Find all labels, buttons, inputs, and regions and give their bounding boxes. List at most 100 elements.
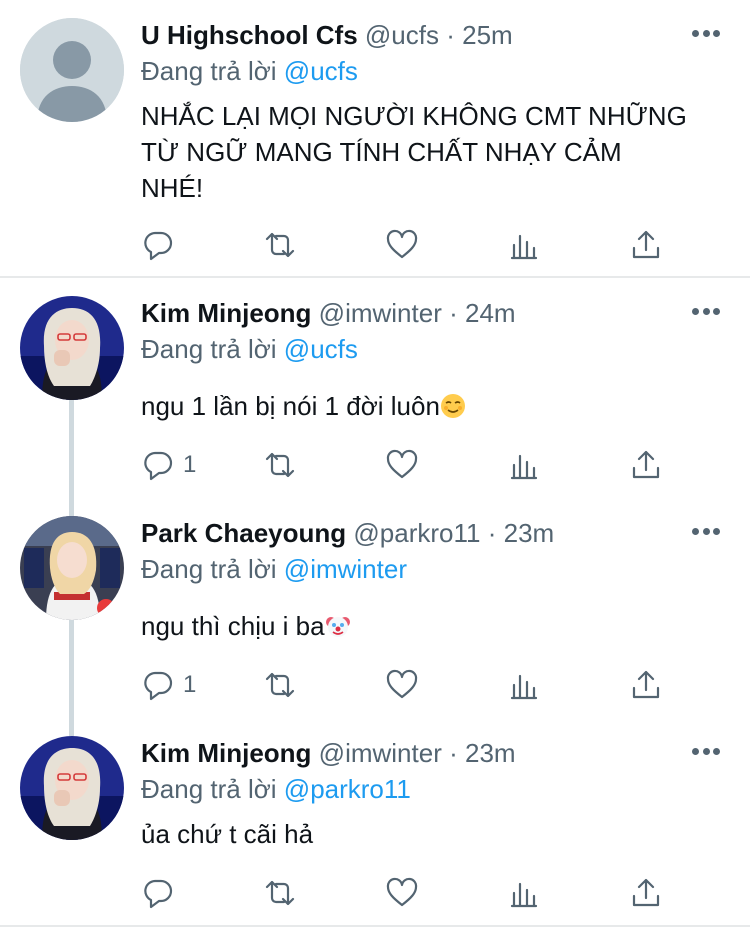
share-icon	[632, 878, 660, 907]
analytics-icon	[510, 234, 538, 260]
share-button[interactable]	[629, 448, 663, 482]
analytics-button[interactable]	[507, 448, 541, 482]
share-button[interactable]	[629, 668, 663, 702]
more-icon[interactable]	[692, 308, 720, 316]
tweet-text-body: ủa chứ t cãi hả	[141, 819, 314, 849]
timestamp[interactable]: 23m	[465, 738, 516, 768]
replying-to: Đang trả lời @imwinter	[141, 552, 407, 586]
tweet-text-body: ngu 1 lần bị nói 1 đời luôn	[141, 391, 440, 421]
tweet-text-line: TỪ NGỮ MANG TÍNH CHẤT NHẠY CẢM	[141, 137, 622, 167]
thread-line	[69, 500, 74, 516]
retweet-button[interactable]	[263, 448, 297, 482]
replying-to: Đang trả lời @ucfs	[141, 54, 358, 88]
thread-line	[69, 398, 74, 504]
tweet-header: U Highschool Cfs @ucfs · 25m	[141, 18, 513, 52]
retweet-button[interactable]	[263, 228, 297, 262]
reply-icon	[144, 231, 173, 261]
analytics-button[interactable]	[507, 228, 541, 262]
mention-link[interactable]: @ucfs	[284, 334, 358, 364]
retweet-button[interactable]	[263, 876, 297, 910]
timestamp[interactable]: 25m	[462, 20, 513, 50]
mention-link[interactable]: @imwinter	[284, 554, 407, 584]
reply-count: 1	[183, 451, 197, 478]
avatar[interactable]	[20, 18, 124, 122]
tweet-header: Kim Minjeong @imwinter · 24m	[141, 296, 516, 330]
tweet-actions	[141, 228, 661, 262]
profile-photo	[20, 736, 124, 840]
thread-line	[69, 618, 74, 724]
replying-to-label: Đang trả lời	[141, 334, 277, 364]
more-icon[interactable]	[692, 528, 720, 536]
more-icon[interactable]	[692, 30, 720, 38]
reply-button[interactable]: 1	[141, 448, 196, 482]
like-button[interactable]	[385, 668, 419, 702]
tweet[interactable]: U Highschool Cfs @ucfs · 25m Đang trả lờ…	[0, 0, 750, 278]
tweet[interactable]: Kim Minjeong @imwinter · 23m Đang trả lờ…	[0, 720, 750, 927]
like-button[interactable]	[385, 876, 419, 910]
mention-link[interactable]: @ucfs	[284, 56, 358, 86]
avatar[interactable]	[20, 516, 124, 620]
author-handle[interactable]: @imwinter	[319, 298, 442, 328]
tweet[interactable]: Kim Minjeong @imwinter · 24m Đang trả lờ…	[0, 280, 750, 504]
share-button[interactable]	[629, 876, 663, 910]
tweet-text: ngu thì chịu i ba	[141, 608, 351, 644]
author-handle[interactable]: @ucfs	[365, 20, 439, 50]
reply-button[interactable]: 1	[141, 668, 196, 702]
separator-dot: ·	[449, 738, 458, 768]
reply-icon	[144, 879, 173, 909]
reply-count: 1	[183, 671, 197, 698]
analytics-button[interactable]	[507, 668, 541, 702]
reply-icon	[144, 671, 173, 701]
tweet-text-line: NHẮC LẠI MỌI NGƯỜI KHÔNG CMT NHỮNG	[141, 101, 687, 131]
share-icon	[632, 230, 660, 259]
author-name[interactable]: Park Chaeyoung	[141, 518, 346, 548]
share-icon	[632, 450, 660, 479]
avatar[interactable]	[20, 296, 124, 400]
like-button[interactable]	[385, 448, 419, 482]
reply-button[interactable]	[141, 876, 175, 910]
replying-to-label: Đang trả lời	[141, 56, 277, 86]
tweet-actions	[141, 876, 661, 910]
like-button[interactable]	[385, 228, 419, 262]
replying-to-label: Đang trả lời	[141, 554, 277, 584]
timestamp[interactable]: 23m	[504, 518, 555, 548]
retweet-icon	[265, 672, 295, 698]
tweet-header: Kim Minjeong @imwinter · 23m	[141, 736, 516, 770]
reply-button[interactable]	[141, 228, 175, 262]
tweet-header: Park Chaeyoung @parkro11 · 23m	[141, 516, 554, 550]
avatar[interactable]	[20, 736, 124, 840]
replying-to-label: Đang trả lời	[141, 774, 277, 804]
retweet-button[interactable]	[263, 668, 297, 702]
separator-dot: ·	[446, 20, 455, 50]
separator-dot: ·	[449, 298, 458, 328]
thread-line	[69, 720, 74, 736]
author-name[interactable]: Kim Minjeong	[141, 738, 311, 768]
tweet[interactable]: Park Chaeyoung @parkro11 · 23m Đang trả …	[0, 500, 750, 724]
tweet-actions: 1	[141, 668, 661, 702]
like-icon	[386, 229, 418, 259]
author-name[interactable]: U Highschool Cfs	[141, 20, 358, 50]
analytics-button[interactable]	[507, 876, 541, 910]
like-icon	[386, 877, 418, 907]
analytics-icon	[510, 454, 538, 480]
author-handle[interactable]: @parkro11	[353, 518, 480, 548]
relieved-face-icon	[440, 394, 465, 418]
timestamp[interactable]: 24m	[465, 298, 516, 328]
author-handle[interactable]: @imwinter	[319, 738, 442, 768]
clown-face-icon	[325, 617, 350, 637]
more-icon[interactable]	[692, 748, 720, 756]
profile-photo	[20, 516, 124, 620]
retweet-icon	[265, 452, 295, 478]
share-button[interactable]	[629, 228, 663, 262]
retweet-icon	[265, 232, 295, 258]
like-icon	[386, 669, 418, 699]
tweet-text: ủa chứ t cãi hả	[141, 816, 313, 852]
analytics-icon	[510, 674, 538, 700]
share-icon	[632, 670, 660, 699]
analytics-icon	[510, 882, 538, 908]
retweet-icon	[265, 880, 295, 906]
reply-icon	[144, 451, 173, 481]
mention-link[interactable]: @parkro11	[284, 774, 411, 804]
author-name[interactable]: Kim Minjeong	[141, 298, 311, 328]
tweet-actions: 1	[141, 448, 661, 482]
